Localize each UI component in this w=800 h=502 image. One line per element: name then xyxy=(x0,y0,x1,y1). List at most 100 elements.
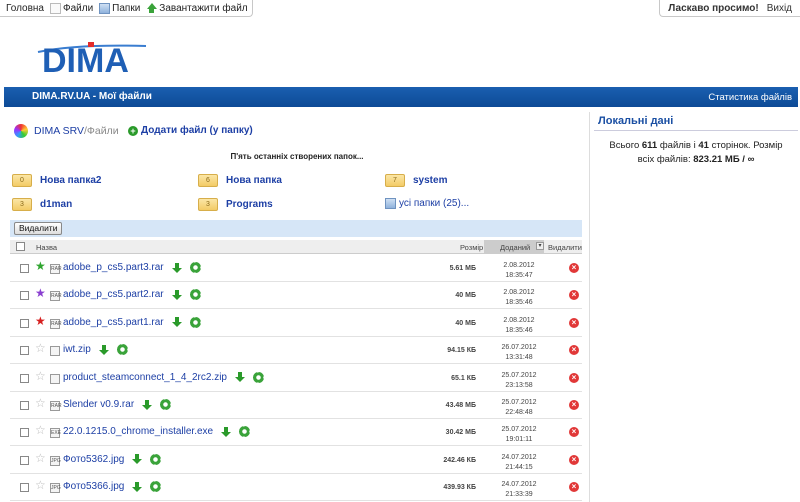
file-name-link[interactable]: Slender v0.9.rar xyxy=(63,399,134,410)
delete-icon[interactable]: × xyxy=(569,400,579,410)
row-checkbox[interactable] xyxy=(20,428,29,438)
sidebar-stats: Всього 611 файлів і 41 сторінок. Розмір … xyxy=(594,131,798,175)
download-icon[interactable] xyxy=(171,317,182,328)
dima-logo[interactable]: DIMA xyxy=(36,38,160,78)
stats-text: файлів і xyxy=(657,140,699,151)
settings-icon[interactable] xyxy=(150,481,162,493)
nav-home[interactable]: Головна xyxy=(6,3,44,14)
settings-icon[interactable] xyxy=(116,344,128,356)
row-checkbox[interactable] xyxy=(20,346,29,356)
star-icon[interactable]: ★ xyxy=(35,287,46,300)
file-name-link[interactable]: adobe_p_cs5.part1.rar xyxy=(63,317,164,328)
delete-icon[interactable]: × xyxy=(569,482,579,493)
add-file-label: Додати файл (у папку) xyxy=(141,125,253,136)
settings-icon[interactable] xyxy=(189,316,201,328)
file-name-link[interactable]: Фото5366.jpg xyxy=(63,481,124,492)
download-icon[interactable] xyxy=(221,426,232,437)
logout-link[interactable]: Вихід xyxy=(767,3,792,14)
file-name-link[interactable]: adobe_p_cs5.part2.rar xyxy=(63,289,164,300)
add-file-link[interactable]: + Додати файл (у папку) xyxy=(128,125,253,136)
file-date-time: 23:13:58 xyxy=(505,381,533,389)
table-row: ☆ JPG Фото5362.jpg 242.46 КБ 24.07.2012 21:44… xyxy=(10,447,582,474)
row-checkbox[interactable] xyxy=(20,455,29,465)
upload-icon xyxy=(146,2,158,14)
col-size[interactable]: Розмір xyxy=(460,243,483,252)
folder-item[interactable]: 6 Нова папка xyxy=(198,174,282,187)
star-icon[interactable]: ☆ xyxy=(35,397,46,410)
file-name-link[interactable]: iwt.zip xyxy=(63,344,91,355)
delete-icon[interactable]: × xyxy=(569,290,579,301)
delete-button[interactable]: Видалити xyxy=(14,222,63,235)
breadcrumb-root[interactable]: DIMA SRV xyxy=(34,125,84,137)
row-checkbox[interactable] xyxy=(20,483,29,493)
download-icon[interactable] xyxy=(132,481,143,492)
download-icon[interactable] xyxy=(171,289,182,300)
folder-icon: 6 xyxy=(198,174,218,187)
table-row: ☆ RAR Slender v0.9.rar 43.48 МБ 25.07.2012 22… xyxy=(10,392,582,419)
file-date: 2.08.2012 18:35:46 xyxy=(497,316,541,336)
select-all-checkbox[interactable] xyxy=(16,242,25,251)
settings-icon[interactable] xyxy=(160,399,172,410)
file-name-cell: Slender v0.9.rar xyxy=(63,399,172,410)
settings-icon[interactable] xyxy=(253,371,264,383)
star-icon[interactable]: ☆ xyxy=(35,342,46,355)
file-name-link[interactable]: adobe_p_cs5.part3.rar xyxy=(63,262,164,273)
file-type-icon: JPG xyxy=(50,455,61,466)
table-row: ★ RAR adobe_p_cs5.part3.rar 5.61 МБ 2.08.201… xyxy=(10,255,582,282)
all-folders-link[interactable]: усі папки (25)... xyxy=(385,198,469,209)
table-row: ★ RAR adobe_p_cs5.part1.rar 40 МБ 2.08.2012 1… xyxy=(10,310,582,337)
row-checkbox[interactable] xyxy=(20,264,29,273)
file-date-day: 25.07.2012 xyxy=(501,426,537,434)
file-type-icon: EXE xyxy=(50,428,62,439)
file-name-link[interactable]: Фото5362.jpg xyxy=(63,454,124,465)
table-row: ★ RAR adobe_p_cs5.part2.rar 40 МБ 2.08.2012 1… xyxy=(10,282,582,310)
sort-desc-icon[interactable]: ▾ xyxy=(536,242,544,250)
action-bar: Видалити xyxy=(10,220,582,237)
col-name[interactable]: Назва xyxy=(36,243,57,252)
stats-link[interactable]: Статистика файлів xyxy=(708,92,792,103)
download-icon[interactable] xyxy=(132,454,143,465)
star-icon[interactable]: ☆ xyxy=(35,479,46,492)
row-checkbox[interactable] xyxy=(20,401,29,410)
folder-item[interactable]: 3 Programs xyxy=(198,198,273,211)
settings-icon[interactable] xyxy=(239,426,251,438)
delete-icon[interactable]: × xyxy=(569,454,579,465)
table-row: ☆ product_steamconnect_1_4_2rc2.zip 65.1 К… xyxy=(10,365,582,392)
star-icon[interactable]: ☆ xyxy=(35,369,46,383)
nav-folders[interactable]: Папки xyxy=(99,2,140,14)
file-date: 25.07.2012 22:48:48 xyxy=(497,398,541,418)
row-checkbox[interactable] xyxy=(20,318,29,328)
download-icon[interactable] xyxy=(171,262,182,273)
row-checkbox[interactable] xyxy=(20,291,29,301)
settings-icon[interactable] xyxy=(189,289,201,301)
folder-item[interactable]: 3 d1man xyxy=(12,198,72,211)
file-date: 2.08.2012 18:35:46 xyxy=(497,288,541,308)
delete-icon[interactable]: × xyxy=(569,345,579,356)
delete-icon[interactable]: × xyxy=(569,372,579,383)
nav-files[interactable]: Файли xyxy=(50,2,93,14)
star-icon[interactable]: ☆ xyxy=(35,424,46,437)
delete-icon[interactable]: × xyxy=(569,427,579,438)
col-added[interactable]: Доданий xyxy=(500,243,530,252)
file-name-link[interactable]: product_steamconnect_1_4_2rc2.zip xyxy=(63,372,227,383)
download-icon[interactable] xyxy=(235,372,245,383)
download-icon[interactable] xyxy=(142,399,153,410)
file-size: 5.61 МБ xyxy=(449,265,476,272)
nav-upload[interactable]: Завантажити файл xyxy=(146,2,248,14)
folder-item[interactable]: 0 Нова папка2 xyxy=(12,174,101,187)
settings-icon[interactable] xyxy=(189,262,201,273)
file-name-cell: Фото5362.jpg xyxy=(63,453,162,465)
file-name-link[interactable]: 22.0.1215.0_chrome_installer.exe xyxy=(63,426,213,437)
download-icon[interactable] xyxy=(98,344,109,355)
star-icon[interactable]: ☆ xyxy=(35,451,46,465)
page-header: DIMA.RV.UA - Мої файли Статистика файлів xyxy=(4,87,798,107)
folder-item[interactable]: 7 system xyxy=(385,174,447,187)
file-date-day: 25.07.2012 xyxy=(501,371,537,379)
file-date-day: 25.07.2012 xyxy=(501,399,537,406)
delete-icon[interactable]: × xyxy=(569,263,579,273)
delete-icon[interactable]: × xyxy=(569,317,579,328)
star-icon[interactable]: ★ xyxy=(35,314,46,328)
row-checkbox[interactable] xyxy=(20,373,29,383)
settings-icon[interactable] xyxy=(150,453,162,465)
star-icon[interactable]: ★ xyxy=(35,260,46,273)
